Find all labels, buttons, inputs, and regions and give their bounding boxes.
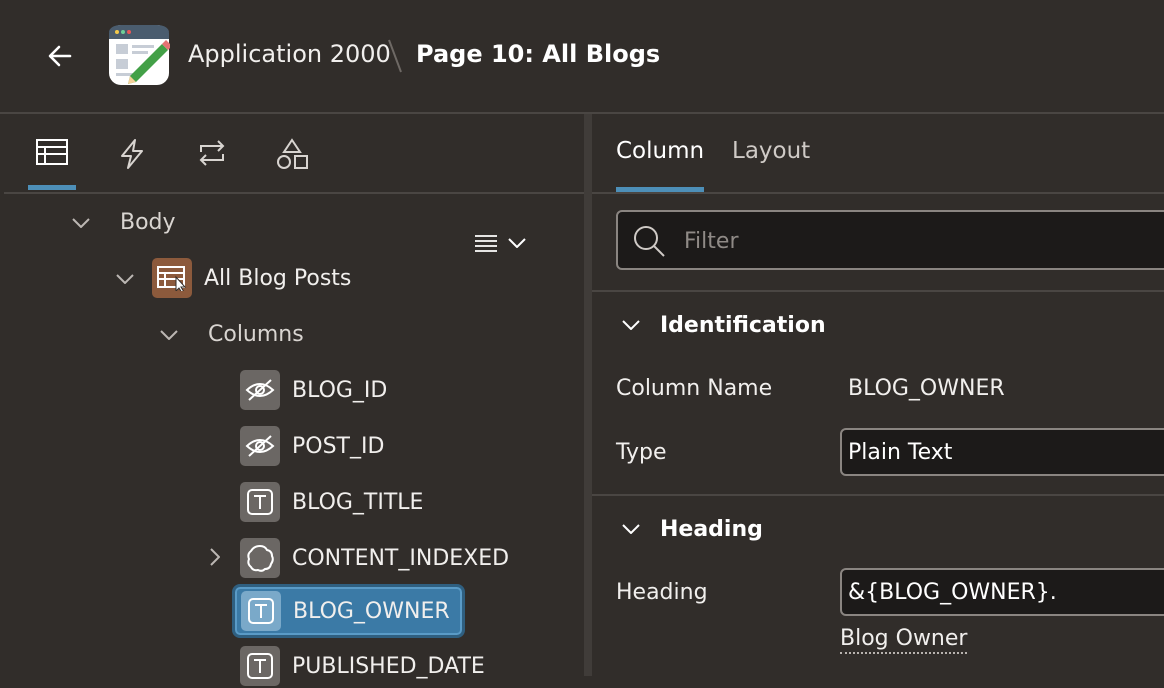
text-column-icon — [240, 482, 280, 522]
rich-text-icon — [240, 538, 280, 578]
hidden-eye-icon — [240, 426, 280, 466]
rendering-tree-pane: Body All Blog Posts Columns BLOG_ID POST… — [4, 114, 584, 686]
columns-collapse-toggle[interactable] — [156, 322, 182, 348]
section-title: Heading — [660, 516, 763, 542]
section-title: Identification — [660, 312, 826, 338]
processing-tab[interactable] — [188, 132, 236, 190]
content-indexed-expand-toggle[interactable] — [202, 544, 228, 570]
tree-node-column[interactable]: CONTENT_INDEXED — [240, 536, 509, 580]
tab-layout[interactable]: Layout — [732, 138, 810, 192]
tree-node-label: BLOG_ID — [292, 377, 388, 403]
heading-default-hint[interactable]: Blog Owner — [840, 626, 968, 654]
text-column-icon — [241, 591, 281, 631]
rendering-tree-icon — [36, 139, 68, 165]
dynamic-actions-tab[interactable] — [108, 132, 156, 190]
tree-node-column[interactable]: PUBLISHED_DATE — [240, 644, 485, 688]
tree-view-menu-button[interactable] — [474, 228, 534, 258]
tree-node-label: POST_ID — [292, 433, 385, 459]
tree-node-body[interactable]: Body — [120, 200, 176, 244]
chevron-down-icon — [618, 312, 644, 338]
chevron-down-icon — [72, 218, 90, 228]
dynamic-actions-icon — [121, 139, 143, 169]
text-column-icon — [240, 646, 280, 686]
column-name-label: Column Name — [616, 376, 773, 401]
property-tabs: Column Layout — [592, 114, 1164, 194]
tree-node-label: BLOG_TITLE — [292, 489, 424, 515]
heading-label: Heading — [616, 580, 708, 605]
tree-node-label: Body — [120, 209, 176, 235]
chevron-down-icon — [508, 238, 526, 248]
menu-lines-icon — [475, 235, 497, 252]
region-collapse-toggle[interactable] — [112, 266, 138, 292]
tree-node-region[interactable]: All Blog Posts — [152, 256, 351, 300]
breadcrumb-separator-icon — [388, 39, 402, 73]
tree-toolbar — [4, 114, 584, 194]
back-button[interactable] — [44, 38, 76, 74]
tree-node-label: All Blog Posts — [204, 265, 352, 291]
tree-node-label: CONTENT_INDEXED — [292, 545, 510, 571]
search-icon — [634, 226, 665, 257]
tab-column[interactable]: Column — [616, 138, 705, 192]
type-select[interactable]: Plain Text — [840, 428, 1164, 476]
column-name-value: BLOG_OWNER — [848, 376, 1005, 401]
interactive-report-icon — [152, 258, 192, 298]
heading-input-value: &{BLOG_OWNER}. — [848, 579, 1057, 605]
arrow-left-icon — [48, 45, 72, 67]
chevron-down-icon — [160, 330, 178, 340]
breadcrumb-application[interactable]: Application 2000 — [188, 40, 391, 68]
pane-splitter[interactable] — [584, 114, 592, 676]
chevron-right-icon — [210, 548, 220, 566]
header-bar: Application 2000 Page 10: All Blogs — [0, 0, 1164, 114]
chevron-down-icon — [116, 274, 134, 284]
body-collapse-toggle[interactable] — [68, 210, 94, 236]
tree-node-label: Columns — [208, 321, 304, 347]
rendering-tab[interactable] — [28, 132, 76, 190]
type-label: Type — [616, 440, 667, 465]
processing-icon — [199, 140, 225, 166]
filter-input[interactable] — [682, 224, 1156, 258]
identification-section-header[interactable]: Identification — [592, 290, 1164, 358]
page-title: Page 10: All Blogs — [416, 40, 661, 68]
shared-components-icon — [277, 138, 308, 169]
tree-node-columns[interactable]: Columns — [208, 312, 304, 356]
tree-node-column[interactable]: BLOG_ID — [240, 368, 387, 412]
tree-node-column[interactable]: POST_ID — [240, 424, 384, 468]
property-filter — [616, 210, 1164, 270]
tree-node-column[interactable]: BLOG_TITLE — [240, 480, 423, 524]
shared-components-tab[interactable] — [268, 132, 316, 190]
tree-node-label: PUBLISHED_DATE — [292, 653, 485, 679]
tree-node-column-selected[interactable]: BLOG_OWNER — [232, 584, 465, 638]
chevron-down-icon — [618, 516, 644, 542]
application-pencil-icon — [108, 24, 172, 86]
property-editor-pane: Column Layout Identification Column Name… — [592, 114, 1164, 676]
tree-node-label: BLOG_OWNER — [293, 598, 450, 624]
heading-section-header[interactable]: Heading — [592, 494, 1164, 562]
hidden-eye-icon — [240, 370, 280, 410]
heading-input[interactable]: &{BLOG_OWNER}. — [840, 568, 1164, 616]
type-select-value: Plain Text — [848, 439, 953, 465]
